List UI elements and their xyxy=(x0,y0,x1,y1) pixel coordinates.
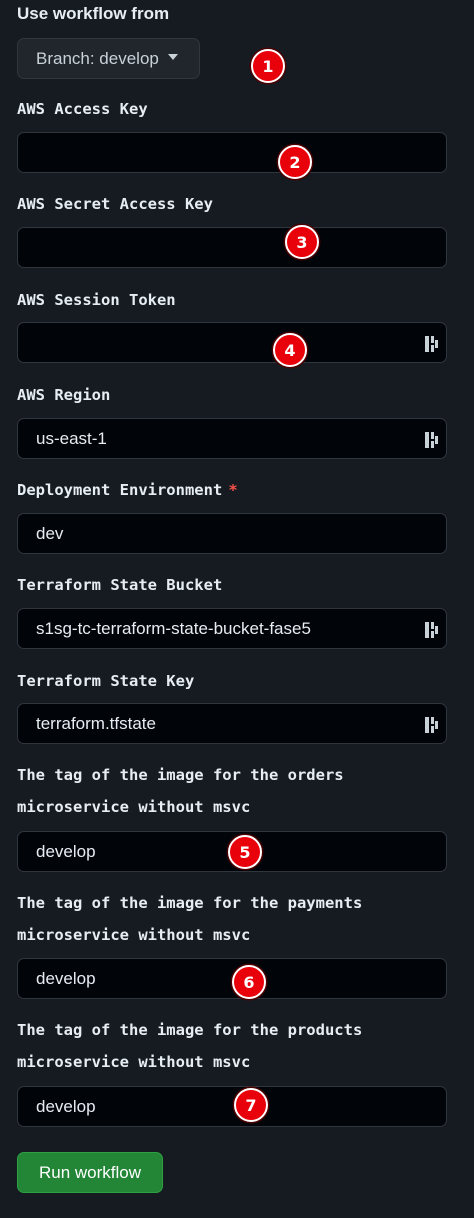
password-manager-key-icon[interactable] xyxy=(424,431,440,449)
aws-region-input[interactable]: us-east-1 xyxy=(17,418,447,459)
branch-select-label: Branch: develop xyxy=(36,48,159,68)
run-workflow-button[interactable]: Run workflow xyxy=(17,1152,163,1193)
annotation-badge-4: 4 xyxy=(273,333,307,367)
products-image-tag-value: develop xyxy=(36,1096,96,1116)
products-image-tag-input[interactable]: develop xyxy=(17,1086,447,1127)
deployment-environment-input[interactable]: dev xyxy=(17,513,447,554)
annotation-badge-1: 1 xyxy=(251,49,285,83)
password-manager-key-icon[interactable] xyxy=(424,621,440,639)
aws-session-token-input[interactable] xyxy=(17,322,447,363)
terraform-state-bucket-value: s1sg-tc-terraform-state-bucket-fase5 xyxy=(36,618,311,638)
aws-access-key-label: AWS Access Key xyxy=(17,100,148,118)
aws-session-token-label: AWS Session Token xyxy=(17,291,176,309)
orders-image-tag-label: The tag of the image for the orders micr… xyxy=(17,759,457,823)
annotation-badge-3: 3 xyxy=(285,225,319,259)
terraform-state-bucket-label: Terraform State Bucket xyxy=(17,576,223,594)
payments-image-tag-label-line1: The tag of the image for the payments xyxy=(17,894,363,912)
payments-image-tag-label: The tag of the image for the payments mi… xyxy=(17,887,457,951)
aws-region-value: us-east-1 xyxy=(36,428,107,448)
annotation-badge-7: 7 xyxy=(234,1088,268,1122)
annotation-badge-6: 6 xyxy=(232,965,266,999)
aws-secret-access-key-input[interactable] xyxy=(17,227,447,268)
terraform-state-key-label: Terraform State Key xyxy=(17,672,195,690)
products-image-tag-label: The tag of the image for the products mi… xyxy=(17,1014,457,1078)
products-image-tag-label-line1: The tag of the image for the products xyxy=(17,1021,363,1039)
terraform-state-key-value: terraform.tfstate xyxy=(36,713,156,733)
required-marker: * xyxy=(228,481,238,499)
aws-region-label: AWS Region xyxy=(17,386,111,404)
orders-image-tag-label-line2: microservice without msvc xyxy=(17,798,251,816)
password-manager-key-icon[interactable] xyxy=(424,716,440,734)
products-image-tag-label-line2: microservice without msvc xyxy=(17,1053,251,1071)
payments-image-tag-value: develop xyxy=(36,968,96,988)
terraform-state-key-input[interactable]: terraform.tfstate xyxy=(17,703,447,744)
annotation-badge-2: 2 xyxy=(278,145,312,179)
terraform-state-bucket-input[interactable]: s1sg-tc-terraform-state-bucket-fase5 xyxy=(17,608,447,649)
deployment-environment-label: Deployment Environment * xyxy=(17,474,457,506)
use-workflow-from-heading: Use workflow from xyxy=(17,4,170,23)
password-manager-key-icon[interactable] xyxy=(424,335,440,353)
annotation-badge-5: 5 xyxy=(228,835,262,869)
aws-access-key-input[interactable] xyxy=(17,132,447,173)
orders-image-tag-value: develop xyxy=(36,841,96,861)
aws-secret-access-key-label: AWS Secret Access Key xyxy=(17,195,213,213)
payments-image-tag-label-line2: microservice without msvc xyxy=(17,926,251,944)
deployment-environment-value: dev xyxy=(36,523,64,543)
caret-down-icon xyxy=(167,53,178,60)
branch-select-button[interactable]: Branch: develop xyxy=(17,38,200,79)
orders-image-tag-label-line1: The tag of the image for the orders xyxy=(17,766,344,784)
deployment-environment-label-text: Deployment Environment xyxy=(17,481,223,499)
